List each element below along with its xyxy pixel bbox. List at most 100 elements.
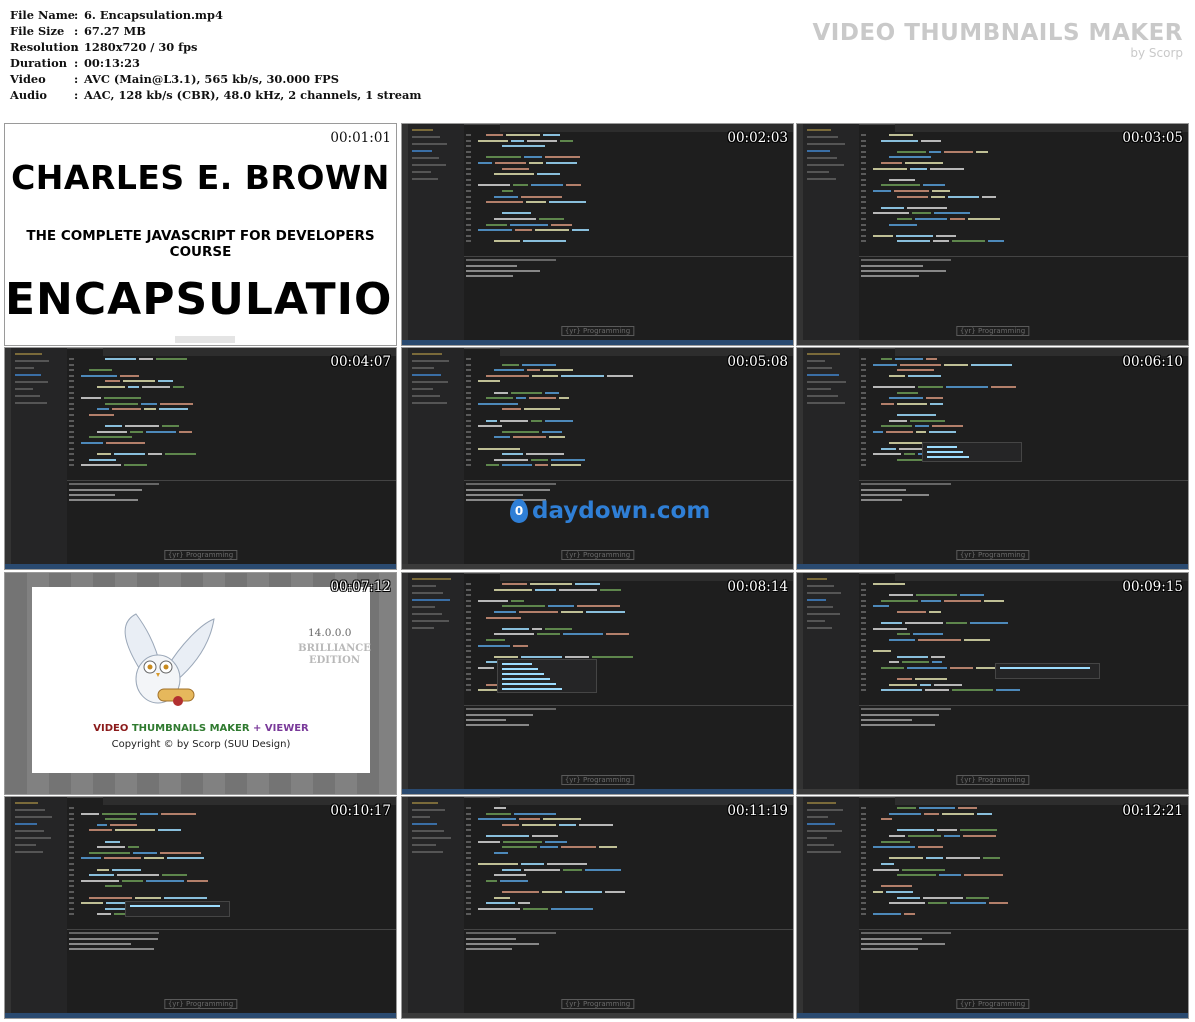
explorer-item[interactable] <box>807 599 826 601</box>
suggestion-item[interactable] <box>502 688 562 690</box>
editor-tab[interactable] <box>464 348 500 356</box>
explorer-item[interactable] <box>412 381 448 383</box>
explorer-item[interactable] <box>807 374 839 376</box>
explorer-item[interactable] <box>412 360 449 362</box>
suggestion-item[interactable] <box>502 683 556 685</box>
editor-tab[interactable] <box>859 797 895 805</box>
video-thumbnail[interactable]: 14.0.0.0 BRILLIANCE EDITION VIDEO THUMBNAI… <box>4 572 397 795</box>
video-thumbnail[interactable]: {yr} Programming 00:12:21 <box>796 796 1189 1019</box>
explorer-item[interactable] <box>807 129 831 131</box>
explorer-item[interactable] <box>412 851 443 853</box>
explorer-item[interactable] <box>15 353 42 355</box>
panel-tabs[interactable] <box>466 932 556 934</box>
explorer-item[interactable] <box>412 816 430 818</box>
explorer-item[interactable] <box>412 171 431 173</box>
video-thumbnail[interactable]: {yr} Programming 00:03:05 <box>796 123 1189 346</box>
explorer-item[interactable] <box>15 402 47 404</box>
video-thumbnail[interactable]: {yr} Programming 00:09:15 <box>796 572 1189 795</box>
explorer-item[interactable] <box>412 606 435 608</box>
explorer-item[interactable] <box>807 164 844 166</box>
panel-tabs[interactable] <box>466 708 556 710</box>
video-thumbnail[interactable]: {yr} Programming 00:10:17 <box>4 796 397 1019</box>
explorer-item[interactable] <box>412 599 450 601</box>
video-thumbnail[interactable]: {yr} Programming 0 daydown.com 00:05:08 <box>401 347 794 570</box>
explorer-item[interactable] <box>807 360 825 362</box>
explorer-item[interactable] <box>807 381 846 383</box>
explorer-item[interactable] <box>807 606 833 608</box>
explorer-item[interactable] <box>807 823 835 825</box>
explorer-item[interactable] <box>807 171 829 173</box>
explorer-item[interactable] <box>412 585 436 587</box>
editor-tab[interactable] <box>859 573 895 581</box>
suggestion-item[interactable] <box>927 451 963 453</box>
video-thumbnail[interactable]: {yr} Programming 00:06:10 <box>796 347 1189 570</box>
explorer-item[interactable] <box>807 367 832 369</box>
explorer-item[interactable] <box>15 388 33 390</box>
explorer-item[interactable] <box>412 802 438 804</box>
video-thumbnail[interactable]: {yr} Programming 00:02:03 <box>401 123 794 346</box>
panel-tabs[interactable] <box>861 932 951 934</box>
explorer-item[interactable] <box>412 374 441 376</box>
explorer-item[interactable] <box>807 613 840 615</box>
explorer-item[interactable] <box>412 627 434 629</box>
explorer-item[interactable] <box>807 830 842 832</box>
code-editor[interactable] <box>466 134 783 254</box>
editor-tab[interactable] <box>859 348 895 356</box>
editor-tab[interactable] <box>859 124 895 132</box>
suggestion-item[interactable] <box>927 456 969 458</box>
panel-tabs[interactable] <box>466 259 556 261</box>
explorer-item[interactable] <box>412 157 439 159</box>
explorer-item[interactable] <box>807 844 834 846</box>
explorer-item[interactable] <box>412 620 449 622</box>
explorer-item[interactable] <box>15 802 38 804</box>
explorer-item[interactable] <box>412 837 451 839</box>
explorer-item[interactable] <box>412 592 443 594</box>
explorer-item[interactable] <box>807 816 828 818</box>
explorer-item[interactable] <box>807 402 845 404</box>
explorer-item[interactable] <box>807 851 841 853</box>
video-thumbnail[interactable]: {yr} Programming 00:04:07 <box>4 347 397 570</box>
panel-tabs[interactable] <box>69 483 159 485</box>
code-editor[interactable] <box>861 134 1178 254</box>
explorer-item[interactable] <box>15 844 36 846</box>
explorer-item[interactable] <box>412 830 444 832</box>
explorer-item[interactable] <box>412 395 440 397</box>
editor-tab[interactable] <box>464 573 500 581</box>
explorer-item[interactable] <box>412 809 445 811</box>
explorer-item[interactable] <box>412 823 437 825</box>
explorer-item[interactable] <box>807 136 838 138</box>
editor-tab[interactable] <box>67 348 103 356</box>
suggestion-item[interactable] <box>502 668 538 670</box>
explorer-item[interactable] <box>412 578 451 580</box>
code-editor[interactable] <box>861 807 1178 927</box>
editor-tab[interactable] <box>464 797 500 805</box>
explorer-item[interactable] <box>412 844 436 846</box>
explorer-item[interactable] <box>412 136 440 138</box>
panel-tabs[interactable] <box>861 259 951 261</box>
code-editor[interactable] <box>861 583 1178 703</box>
explorer-item[interactable] <box>412 143 447 145</box>
explorer-item[interactable] <box>807 578 827 580</box>
explorer-item[interactable] <box>412 129 433 131</box>
explorer-item[interactable] <box>807 627 832 629</box>
explorer-item[interactable] <box>412 178 438 180</box>
explorer-item[interactable] <box>807 837 827 839</box>
explorer-item[interactable] <box>807 157 837 159</box>
code-editor[interactable] <box>69 358 386 478</box>
autocomplete-popup[interactable] <box>497 659 597 693</box>
explorer-item[interactable] <box>15 809 45 811</box>
editor-tab[interactable] <box>464 124 500 132</box>
explorer-item[interactable] <box>412 353 442 355</box>
explorer-item[interactable] <box>412 164 446 166</box>
explorer-item[interactable] <box>15 367 34 369</box>
explorer-item[interactable] <box>15 395 40 397</box>
explorer-item[interactable] <box>15 360 49 362</box>
panel-tabs[interactable] <box>861 483 951 485</box>
explorer-item[interactable] <box>807 178 836 180</box>
explorer-item[interactable] <box>15 374 41 376</box>
explorer-item[interactable] <box>412 388 433 390</box>
explorer-item[interactable] <box>15 823 37 825</box>
explorer-item[interactable] <box>807 395 838 397</box>
video-thumbnail[interactable]: {yr} Programming 00:08:14 <box>401 572 794 795</box>
code-editor[interactable] <box>466 807 783 927</box>
